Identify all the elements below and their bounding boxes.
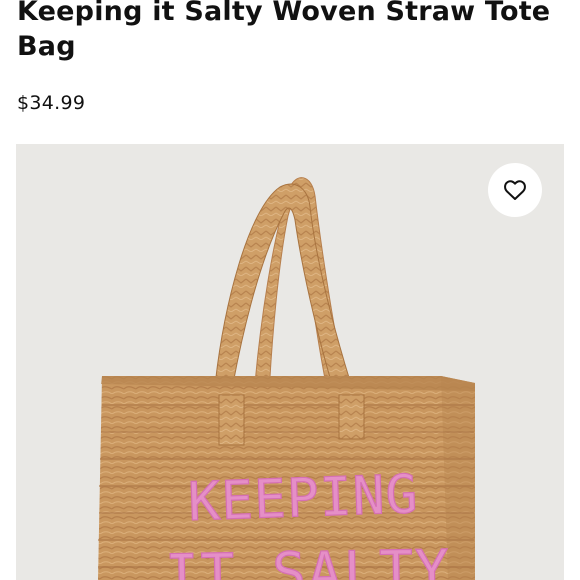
product-header: Keeping it Salty Woven Straw Tote Bag $3…: [17, 0, 565, 114]
embroidered-text-keeping: KEEPING: [187, 464, 419, 533]
product-title: Keeping it Salty Woven Straw Tote Bag: [17, 0, 551, 62]
favorite-button[interactable]: [488, 163, 542, 217]
product-image[interactable]: KEEPING IT SALTY: [16, 144, 564, 580]
heart-outline-icon: [504, 180, 526, 200]
handle-tab-left: [218, 394, 245, 446]
product-price: $34.99: [17, 92, 86, 114]
tote-bag-illustration: KEEPING IT SALTY: [98, 177, 475, 580]
handle-tab-right: [338, 394, 365, 440]
embroidered-text-it-salty: IT SALTY: [164, 538, 451, 580]
